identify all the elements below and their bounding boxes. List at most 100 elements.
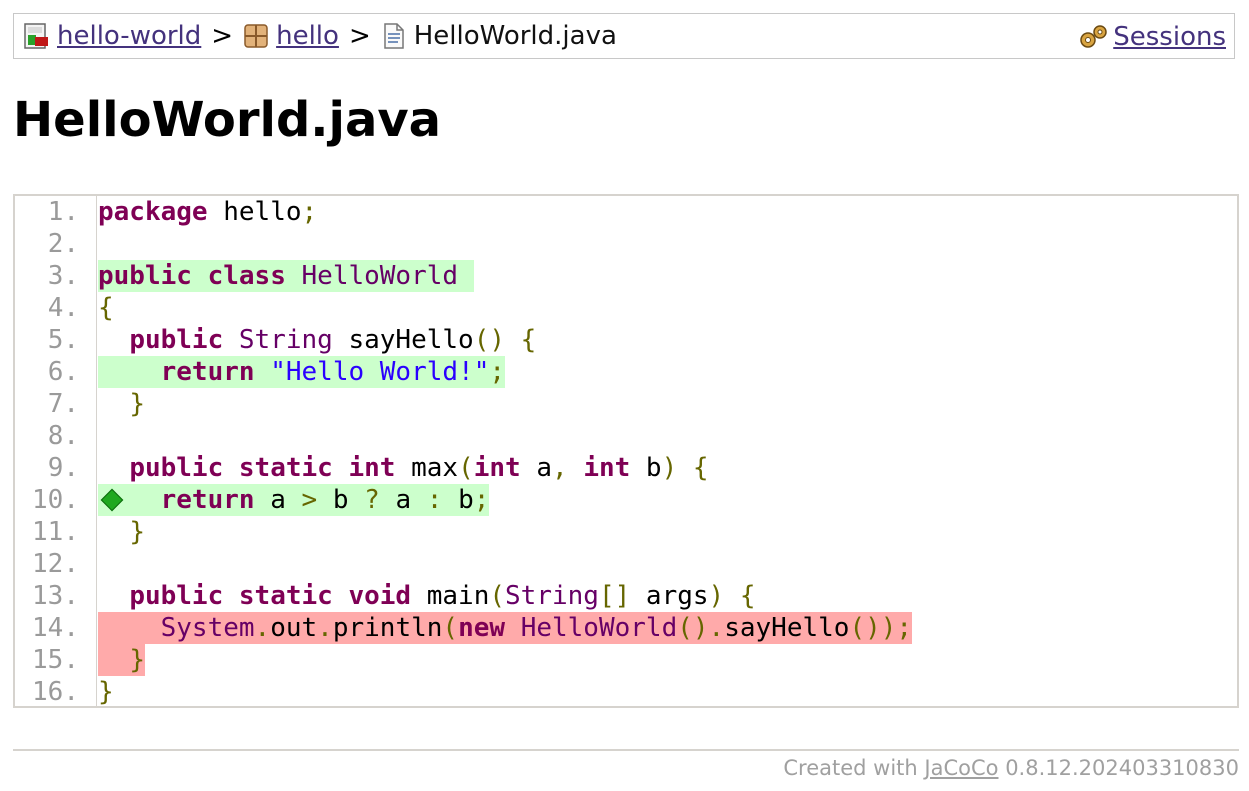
code-token: } — [129, 517, 145, 547]
code-token: ( — [442, 613, 459, 643]
code-token: hello — [207, 197, 302, 227]
code-token: println — [332, 613, 443, 643]
code-line-covered: return a > b ? a : b; — [98, 484, 490, 516]
code-line: public String sayHello() { — [98, 324, 536, 356]
code-token: a — [254, 485, 302, 515]
code-token: ; — [473, 485, 490, 515]
code-token: a — [379, 485, 427, 515]
line-number: 6. — [47, 357, 79, 387]
jacoco-link[interactable]: JaCoCo — [924, 756, 998, 780]
code-line-not-covered: } — [98, 644, 145, 676]
line-number: 11. — [32, 517, 79, 547]
code-line: package hello; — [98, 196, 317, 228]
code-token: ( — [458, 453, 474, 483]
report-icon — [24, 23, 50, 49]
code-token: int — [348, 453, 396, 483]
code-token: static — [238, 453, 333, 483]
line-number: 1. — [47, 197, 79, 227]
line-number: 13. — [32, 581, 79, 611]
code-token: b — [442, 485, 474, 515]
line-number: 7. — [47, 389, 79, 419]
code-line: } — [98, 516, 145, 548]
code-token: . — [254, 613, 271, 643]
code-token: void — [348, 581, 412, 611]
breadcrumb-current: HelloWorld.java — [413, 21, 617, 51]
code-token: (). — [677, 613, 725, 643]
code-token: args — [630, 581, 709, 611]
line-number: 3. — [47, 261, 79, 291]
line-number: 8. — [47, 421, 79, 451]
code-token: HelloWorld — [520, 613, 678, 643]
code-token: [] — [598, 581, 631, 611]
code-line: } — [98, 676, 114, 708]
code-token: ; — [301, 197, 318, 227]
code-token: ) — [661, 453, 678, 483]
code-line-not-covered: System.out.println(new HelloWorld().sayH… — [98, 612, 913, 644]
code-token: public — [129, 581, 224, 611]
code-token: static — [238, 581, 333, 611]
code-line-covered: return "Hello World!"; — [98, 356, 506, 388]
code-token: int — [583, 453, 631, 483]
code-token: out — [270, 613, 318, 643]
code-token: > — [301, 485, 318, 515]
code-line: { — [98, 292, 114, 324]
code-token: public — [129, 453, 224, 483]
code-token: package — [98, 197, 208, 227]
code-token: main — [411, 581, 490, 611]
line-number: 16. — [32, 677, 79, 707]
breadcrumb-link-hello-world[interactable]: hello-world — [57, 21, 201, 51]
line-number: 12. — [32, 549, 79, 579]
line-number: 2. — [47, 229, 79, 259]
code-token: ()); — [849, 613, 913, 643]
line-number: 14. — [32, 613, 79, 643]
code-token: () — [473, 325, 506, 355]
line-number-gutter: 1. 2. 3. 4. 5. 6. 7. 8. 9. 10. 11. 12. 1… — [15, 196, 97, 707]
code-token: sayHello — [724, 613, 850, 643]
footer-divider — [13, 749, 1239, 751]
code-token: b — [630, 453, 662, 483]
code-token: public — [129, 325, 224, 355]
code-token: } — [129, 389, 145, 419]
sessions-link-group[interactable]: Sessions — [1077, 14, 1226, 60]
code-token: , — [552, 453, 568, 483]
code-token: return — [160, 357, 255, 387]
code-token: a — [520, 453, 552, 483]
code-token: String — [238, 325, 333, 355]
code-token: { — [98, 293, 114, 323]
line-number: 9. — [47, 453, 79, 483]
code-token: } — [98, 677, 114, 707]
code-token: b — [317, 485, 365, 515]
code-line: public static void main(String[] args) { — [98, 580, 755, 612]
code-token: ( — [489, 581, 506, 611]
code-token: int — [473, 453, 521, 483]
code-token: sayHello — [332, 325, 474, 355]
code-token: public — [98, 261, 192, 291]
breadcrumb-link-hello[interactable]: hello — [276, 21, 339, 51]
source-code-view: 1. 2. 3. 4. 5. 6. 7. 8. 9. 10. 11. 12. 1… — [13, 194, 1239, 708]
breadcrumb-item-report[interactable]: hello-world — [24, 21, 201, 51]
line-number: 15. — [32, 645, 79, 675]
breadcrumb-item-package[interactable]: hello — [243, 21, 339, 51]
code-token: System — [160, 613, 255, 643]
code-token: String — [505, 581, 599, 611]
code-token: { — [520, 325, 537, 355]
code-token: ; — [489, 357, 506, 387]
sessions-link[interactable]: Sessions — [1113, 22, 1226, 52]
